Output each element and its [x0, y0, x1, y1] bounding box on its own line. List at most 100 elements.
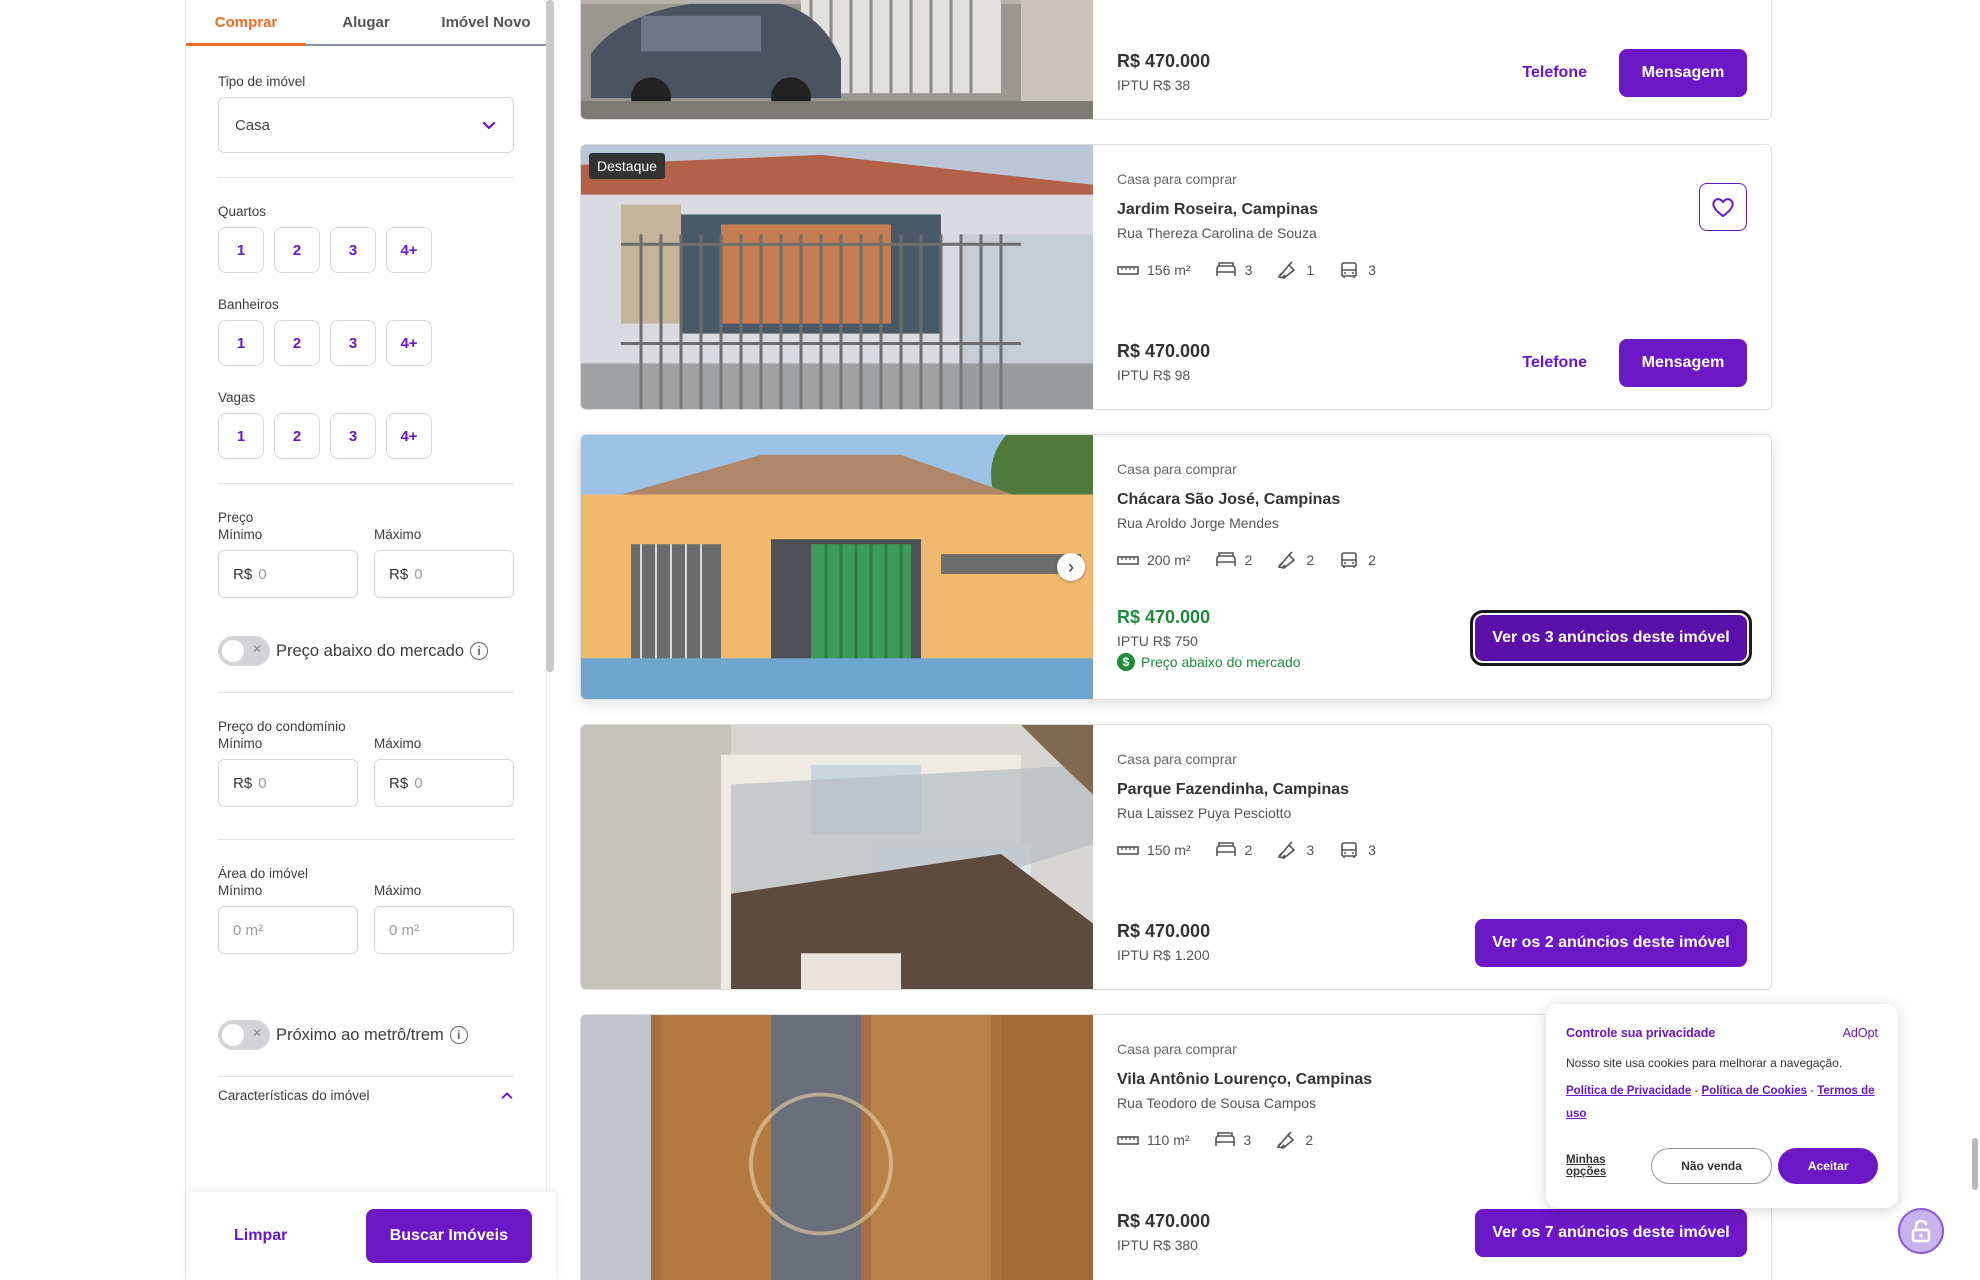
preco-max-label: Máximo	[374, 527, 422, 542]
bed-icon	[1215, 842, 1236, 856]
ver-anuncios-button[interactable]: Ver os 2 anúncios deste imóvel	[1475, 919, 1747, 967]
listing-neighborhood[interactable]: Jardim Roseira, Campinas	[1117, 201, 1318, 219]
caracteristicas-label: Características do imóvel	[218, 1088, 370, 1103]
bed-icon	[1215, 262, 1236, 276]
listing-photo[interactable]	[581, 1015, 1093, 1280]
listing-type: Casa para comprar	[1117, 171, 1237, 187]
banheiros-2-chip[interactable]: 2	[274, 320, 320, 366]
search-tabs: Comprar Alugar Imóvel Novo	[186, 0, 546, 46]
preco-min-input[interactable]: R$ 0	[218, 550, 358, 598]
listing-neighborhood[interactable]: Parque Fazendinha, Campinas	[1117, 781, 1349, 799]
vagas-label: Vagas	[218, 390, 256, 405]
shower-icon	[1277, 841, 1296, 859]
area-value: 156 m²	[1147, 262, 1191, 278]
cookie-policy-link[interactable]: Política de Cookies	[1702, 1085, 1807, 1097]
link-separator: -	[1694, 1085, 1699, 1097]
area-max-input[interactable]: 0 m²	[374, 906, 514, 954]
ver-anuncios-button[interactable]: Ver os 7 anúncios deste imóvel	[1475, 1209, 1747, 1257]
cookie-brand[interactable]: AdOpt	[1843, 1026, 1878, 1040]
bathrooms-value: 1	[1306, 262, 1315, 278]
bedrooms-feature: 3	[1214, 1131, 1251, 1149]
listing-card[interactable]: R$ 470.000 IPTU R$ 38 Telefone Mensagem	[580, 0, 1772, 120]
mensagem-button[interactable]: Mensagem	[1619, 49, 1747, 97]
quartos-label: Quartos	[218, 204, 267, 219]
listing-card[interactable]: Destaque Casa para comprar Jardim Roseir…	[580, 144, 1772, 410]
preco-abaixo-toggle[interactable]: ✕	[218, 636, 270, 666]
mensagem-button[interactable]: Mensagem	[1619, 339, 1747, 387]
listing-price: R$ 470.000	[1117, 921, 1211, 941]
cookie-accept-button[interactable]: Aceitar	[1778, 1148, 1878, 1184]
destaque-badge: Destaque	[589, 153, 665, 179]
quartos-2-chip[interactable]: 2	[274, 227, 320, 273]
vagas-1-chip[interactable]: 1	[218, 413, 264, 459]
telefone-button[interactable]: Telefone	[1522, 64, 1587, 82]
listing-iptu: IPTU R$ 750	[1117, 633, 1198, 649]
page-scrollbar[interactable]	[1972, 1138, 1978, 1190]
metro-toggle-row: ✕ Próximo ao metrô/trem i	[218, 1020, 514, 1050]
listing-photo[interactable]	[581, 725, 1093, 989]
quartos-1-chip[interactable]: 1	[218, 227, 264, 273]
condominio-min-input[interactable]: R$ 0	[218, 759, 358, 807]
area-min-input[interactable]: 0 m²	[218, 906, 358, 954]
cookie-reject-button[interactable]: Não venda	[1650, 1148, 1773, 1184]
listing-card[interactable]: Casa para comprar Parque Fazendinha, Cam…	[580, 724, 1772, 990]
tab-comprar[interactable]: Comprar	[186, 0, 306, 46]
listing-price: R$ 470.000	[1117, 51, 1211, 71]
chevron-up-icon[interactable]	[500, 1089, 514, 1103]
area-value: 110 m²	[1147, 1132, 1190, 1148]
heart-icon	[1712, 198, 1734, 218]
listing-features: 110 m² 3 2	[1117, 1131, 1313, 1149]
favorite-button[interactable]	[1699, 183, 1747, 231]
condominio-min-label: Mínimo	[218, 736, 263, 751]
listing-street: Rua Aroldo Jorge Mendes	[1117, 515, 1279, 531]
preco-max-input[interactable]: R$ 0	[374, 550, 514, 598]
listing-photo[interactable]	[581, 0, 1093, 119]
next-photo-button[interactable]: ›	[1057, 553, 1085, 581]
listing-iptu: IPTU R$ 1.200	[1117, 947, 1210, 963]
listing-actions: Ver os 2 anúncios deste imóvel	[1475, 919, 1747, 967]
area-feature: 156 m²	[1117, 261, 1191, 279]
area-max-label: Máximo	[374, 883, 422, 898]
quartos-4plus-chip[interactable]: 4+	[386, 227, 432, 273]
vagas-3-chip[interactable]: 3	[330, 413, 376, 459]
parking-value: 3	[1368, 842, 1376, 858]
ver-anuncios-button[interactable]: Ver os 3 anúncios deste imóvel	[1470, 610, 1752, 666]
listing-photo[interactable]: Destaque	[581, 145, 1093, 409]
info-icon[interactable]: i	[470, 642, 489, 660]
listing-neighborhood[interactable]: Chácara São José, Campinas	[1117, 491, 1340, 509]
privacy-policy-link[interactable]: Política de Privacidade	[1566, 1085, 1691, 1097]
banheiros-4plus-chip[interactable]: 4+	[386, 320, 432, 366]
banheiros-3-chip[interactable]: 3	[330, 320, 376, 366]
tab-alugar[interactable]: Alugar	[306, 0, 426, 44]
listing-features: 200 m² 2 2 2	[1117, 551, 1376, 569]
banheiros-1-chip[interactable]: 1	[218, 320, 264, 366]
cookie-options-link[interactable]: Minhas opções	[1566, 1154, 1649, 1178]
listing-photo[interactable]: ›	[581, 435, 1093, 699]
info-icon[interactable]: i	[449, 1026, 468, 1044]
limpar-button[interactable]: Limpar	[234, 1227, 287, 1245]
ruler-icon	[1117, 266, 1139, 275]
condominio-max-input[interactable]: R$ 0	[374, 759, 514, 807]
listing-neighborhood[interactable]: Vila Antônio Lourenço, Campinas	[1117, 1071, 1372, 1089]
filters-sidebar: Comprar Alugar Imóvel Novo Tipo de imóve…	[186, 0, 556, 1280]
area-label: Área do imóvel	[218, 866, 309, 881]
bedrooms-value: 2	[1244, 842, 1253, 858]
chevron-down-icon	[482, 121, 496, 130]
listing-card[interactable]: › Casa para comprar Chácara São José, Ca…	[580, 434, 1772, 700]
privacy-settings-button[interactable]	[1898, 1208, 1944, 1254]
quartos-3-chip[interactable]: 3	[330, 227, 376, 273]
area-feature: 110 m²	[1117, 1131, 1190, 1149]
vagas-2-chip[interactable]: 2	[274, 413, 320, 459]
tipo-select[interactable]: Casa	[218, 97, 514, 153]
currency-prefix: R$	[233, 565, 253, 583]
tab-imovel-novo[interactable]: Imóvel Novo	[426, 0, 546, 44]
vagas-4plus-chip[interactable]: 4+	[386, 413, 432, 459]
listing-iptu: IPTU R$ 98	[1117, 367, 1191, 383]
bathrooms-feature: 3	[1276, 841, 1314, 859]
bed-icon	[1215, 552, 1236, 566]
telefone-button[interactable]: Telefone	[1522, 354, 1587, 372]
buscar-imoveis-button[interactable]: Buscar Imóveis	[365, 1209, 532, 1263]
metro-toggle[interactable]: ✕	[218, 1020, 270, 1050]
below-market-label: Preço abaixo do mercado	[1141, 654, 1301, 670]
sidebar-scrollbar[interactable]	[546, 0, 554, 672]
